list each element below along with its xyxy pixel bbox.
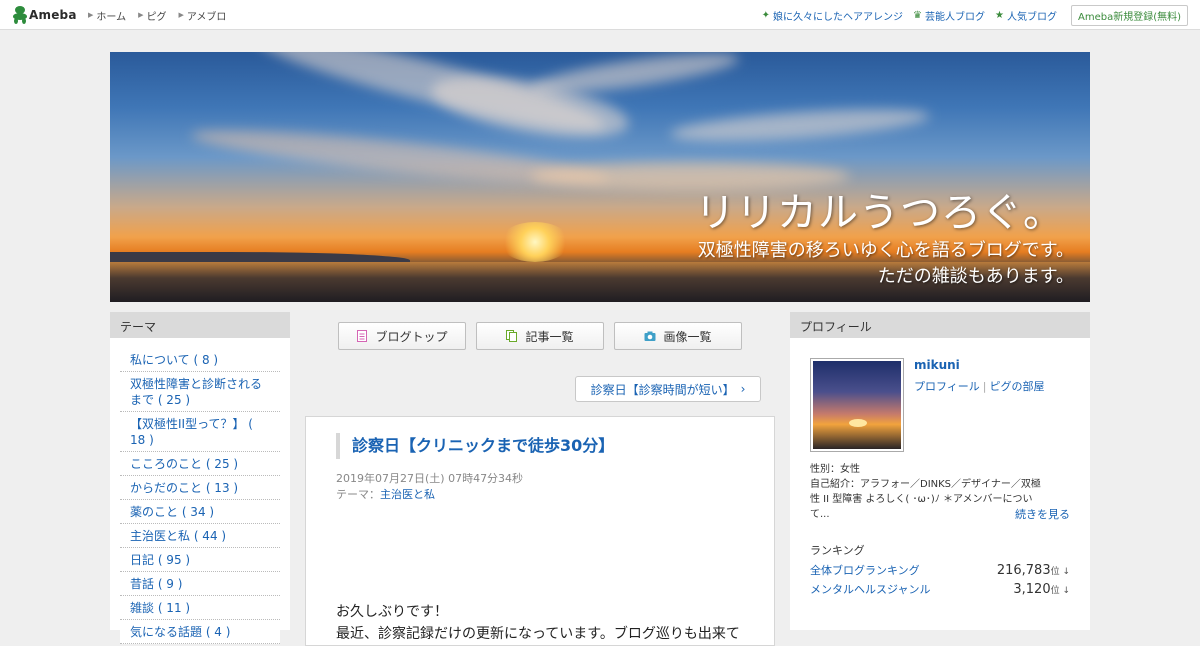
blog-top-button[interactable]: ブログトップ	[338, 322, 466, 350]
profile-links: プロフィール | ピグの部屋	[914, 378, 1045, 394]
global-header: Ameba ▶ ホーム ▶ ピグ ▶ アメブロ ✦ 娘に久々にしたヘアアレンジ ♛ 芸能人…	[0, 0, 1200, 30]
ranking-overall-link[interactable]: 全体ブログランキング	[810, 562, 920, 578]
header-right: ✦ 娘に久々にしたヘアアレンジ ♛ 芸能人ブログ ★ 人気ブログ Ameba新規登録(…	[752, 0, 1188, 30]
article-theme-link[interactable]: 主治医と私	[380, 488, 435, 501]
avatar-image	[813, 361, 901, 449]
banner-sun	[500, 222, 570, 262]
profile-intro: 自己紹介：アラフォー／DINKS／デザイナー／双極性 II 型障害 よろしく( …	[810, 479, 1041, 520]
ameba-logo-icon	[13, 6, 27, 24]
article: 診察日【クリニックまで徒歩30分】 2019年07月27日(土) 07時47分3…	[305, 416, 775, 646]
theme-item[interactable]: こころのこと ( 25 )	[120, 452, 280, 476]
theme-item[interactable]: 日記 ( 95 )	[120, 548, 280, 572]
theme-item[interactable]: 雑談 ( 11 )	[120, 596, 280, 620]
ranking-row: 全体ブログランキング 216,783位 ↓	[810, 562, 1070, 578]
banner-cloud	[669, 102, 931, 148]
nav-home[interactable]: ▶ ホーム	[88, 8, 126, 23]
ranking-mental-health-link[interactable]: メンタルヘルスジャンル	[810, 581, 930, 597]
avatar-sun	[849, 419, 867, 427]
crown-icon: ♛	[913, 9, 923, 21]
article-title[interactable]: 診察日【クリニックまで徒歩30分】	[336, 433, 614, 459]
caret-right-icon: ▶	[138, 11, 144, 19]
header-link-popular-blog[interactable]: ★ 人気ブログ	[995, 8, 1057, 23]
article-body: お久しぶりです！ 最近、診察記録だけの更新になっています。ブログ巡りも出来て	[336, 601, 746, 645]
sparkle-icon: ✦	[761, 9, 771, 21]
ameba-logo[interactable]: Ameba	[13, 6, 77, 24]
theme-item[interactable]: 薬のこと ( 34 )	[120, 500, 280, 524]
profile-gender: 性別：女性	[810, 464, 860, 475]
read-more-link[interactable]: 続きを見る	[1015, 506, 1070, 522]
theme-item[interactable]: 主治医と私 ( 44 )	[120, 524, 280, 548]
profile-sidebar: プロフィール mikuni プロフィール | ピグの部屋 性別：女性 自己紹介：アラ…	[790, 312, 1090, 630]
pig-room-link[interactable]: ピグの部屋	[990, 380, 1045, 393]
ranking-heading: ランキング	[810, 544, 865, 557]
ranking-value: 3,120位 ↓	[1013, 582, 1070, 597]
theme-item[interactable]: 双極性障害と診断されるまで ( 25 )	[120, 372, 280, 412]
star-icon: ★	[995, 9, 1004, 21]
article-meta: 2019年07月27日(土) 07時47分34秒 テーマ：主治医と私	[336, 471, 523, 503]
blog-subtitle-line: ただの雑談もあります。	[877, 266, 1074, 287]
avatar[interactable]	[810, 358, 904, 452]
header-link-hair-arrange[interactable]: ✦ 娘に久々にしたヘアアレンジ	[762, 8, 903, 23]
profile-heading: プロフィール	[790, 312, 1090, 338]
theme-item[interactable]: からだのこと ( 13 )	[120, 476, 280, 500]
nav-ameblo[interactable]: ▶ アメブロ	[178, 8, 226, 23]
theme-item[interactable]: 気になる話題 ( 4 )	[120, 620, 280, 644]
caret-right-icon: ▶	[88, 11, 94, 19]
document-icon	[356, 330, 368, 342]
theme-sidebar: テーマ 私について ( 8 ) 双極性障害と診断されるまで ( 25 ) 【双極…	[110, 312, 290, 644]
username-link[interactable]: mikuni	[914, 358, 960, 372]
blog-title: リリカルうつろぐ。	[695, 190, 1064, 236]
profile-link[interactable]: プロフィール	[914, 380, 980, 393]
article-list-button[interactable]: 記事一覧	[476, 322, 604, 350]
next-article-link[interactable]: 診察日【診察時間が短い】 ›	[575, 376, 761, 402]
theme-item[interactable]: 私について ( 8 )	[120, 348, 280, 372]
register-button[interactable]: Ameba新規登録(無料)	[1070, 4, 1188, 26]
article-paragraph: 最近、診察記録だけの更新になっています。ブログ巡りも出来て	[336, 626, 740, 642]
chevron-right-icon: ›	[740, 382, 746, 396]
ranking-row: メンタルヘルスジャンル 3,120位 ↓	[810, 581, 1070, 597]
caret-right-icon: ▶	[178, 11, 184, 19]
blog-subtitle-line: 双極性障害の移ろいゆく心を語るブログです。	[697, 240, 1074, 261]
article-date: 2019年07月27日(土) 07時47分34秒	[336, 472, 524, 485]
ameba-logo-text: Ameba	[29, 8, 77, 22]
blog-banner[interactable]: リリカルうつろぐ。 双極性障害の移ろいゆく心を語るブログです。 ただの雑談もあり…	[110, 52, 1090, 302]
ranking-value: 216,783位 ↓	[996, 563, 1070, 578]
theme-item[interactable]: 昔話 ( 9 )	[120, 572, 280, 596]
header-link-celebrity-blog[interactable]: ♛ 芸能人ブログ	[913, 8, 985, 23]
article-theme: テーマ：主治医と私	[336, 488, 435, 501]
theme-list: 私について ( 8 ) 双極性障害と診断されるまで ( 25 ) 【双極性II型…	[120, 348, 280, 644]
image-list-button[interactable]: 画像一覧	[614, 322, 742, 350]
profile-box: mikuni プロフィール | ピグの部屋 性別：女性 自己紹介：アラフォー／DIN…	[800, 348, 1080, 630]
global-nav: ▶ ホーム ▶ ピグ ▶ アメブロ	[88, 0, 238, 30]
article-paragraph: お久しぶりです！	[336, 604, 448, 620]
theme-item[interactable]: 【双極性II型って？】 ( 18 )	[120, 412, 280, 452]
nav-pig[interactable]: ▶ ピグ	[138, 8, 166, 23]
copy-icon	[506, 330, 518, 342]
blog-nav-buttons: ブログトップ 記事一覧 画像一覧	[338, 322, 752, 350]
link-separator: |	[982, 380, 987, 393]
theme-heading: テーマ	[110, 312, 290, 338]
camera-icon	[644, 330, 656, 342]
blog-subtitle: 双極性障害の移ろいゆく心を語るブログです。 ただの雑談もあります。	[698, 238, 1074, 290]
